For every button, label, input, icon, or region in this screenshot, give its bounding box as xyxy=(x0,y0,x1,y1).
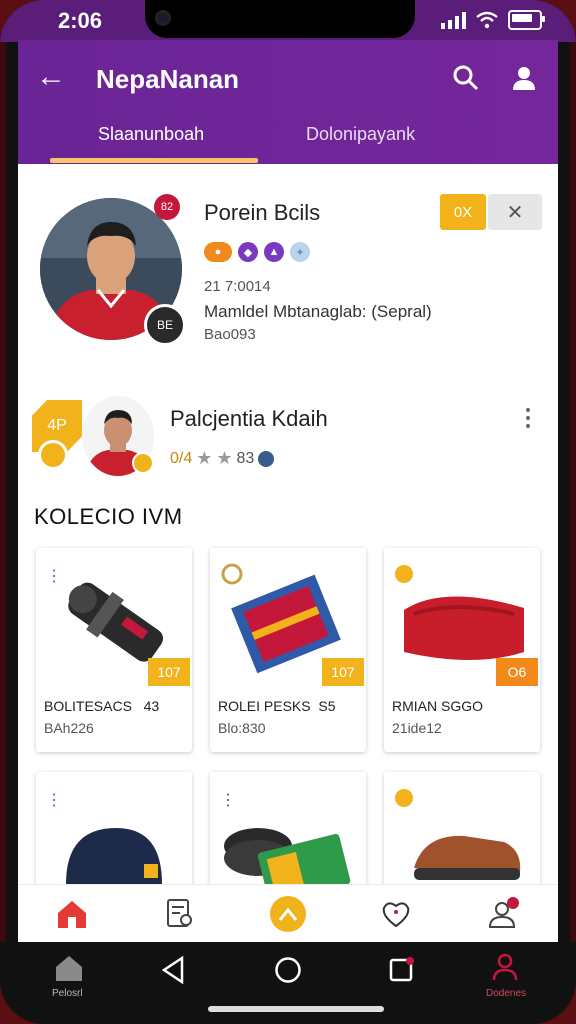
heart-icon xyxy=(382,902,410,928)
camera-icon xyxy=(155,10,171,26)
price-tag: 107 xyxy=(148,658,190,686)
profile-card: 82 BE Porein Bcils ● ◆ ▲ ✦ 21 7:0014 Mam… xyxy=(18,164,558,377)
nav-favorites[interactable] xyxy=(376,894,416,934)
nav-center[interactable] xyxy=(268,894,308,934)
profile-role: Mamldel Mbtanaglab: (Sepral) xyxy=(204,302,432,321)
profile-id: 21 7:0014 xyxy=(204,278,271,295)
nav-profile[interactable] xyxy=(484,894,524,934)
trophy-icon: ▲ xyxy=(264,242,284,262)
item-name: RMIAN SGGO xyxy=(392,698,484,714)
phone-frame: 2:06 ← NepaNanan Slaanunboah Dolonipayan… xyxy=(0,0,576,1024)
nav-list[interactable] xyxy=(160,894,200,934)
item-sub: 21ide12 xyxy=(392,720,442,736)
profile-extra: Bao093 xyxy=(204,326,256,343)
user-icon[interactable] xyxy=(510,64,538,92)
status-bar: 2:06 xyxy=(0,0,576,42)
search-icon[interactable] xyxy=(452,64,480,92)
player-card[interactable]: 4P Palcjentia Kdaih 0/4 ★ ★ 83 xyxy=(18,376,558,486)
document-search-icon xyxy=(167,899,192,927)
nav-home[interactable] xyxy=(52,894,92,934)
tab-secondary[interactable]: Dolonipayank xyxy=(306,124,415,145)
notification-badge: 82 xyxy=(154,194,180,220)
price-tag: O6 xyxy=(496,658,538,686)
medal-icon: ◆ xyxy=(238,242,258,262)
more-options-icon[interactable] xyxy=(524,406,532,432)
player-rating: 0/4 ★ ★ 83 xyxy=(170,448,275,469)
home-circle-icon[interactable] xyxy=(274,956,302,984)
tag-icon: ⋮ xyxy=(46,568,62,585)
bottom-nav xyxy=(18,884,558,942)
level-badge: BE xyxy=(144,304,186,346)
account-icon[interactable] xyxy=(492,952,518,982)
price-tag: 107 xyxy=(322,658,364,686)
item-sub: BAh226 xyxy=(44,720,94,736)
app-title: NepaNanan xyxy=(96,64,240,94)
item-name: ROLEI PESKS S5 xyxy=(218,698,336,714)
battery-icon xyxy=(508,10,545,30)
rating-extra: 83 xyxy=(236,449,255,467)
nav-label-left: Pelosrl xyxy=(52,988,83,999)
profile-icon xyxy=(488,897,519,928)
chart-icon xyxy=(270,896,306,932)
follow-button[interactable]: 0X xyxy=(440,194,486,230)
close-button[interactable]: ✕ xyxy=(488,194,542,230)
item-name: BOLITESACS 43 xyxy=(44,698,160,714)
star-icon: ★ xyxy=(216,448,233,468)
coin-small-icon xyxy=(132,452,154,474)
rating-value: 0/4 xyxy=(170,449,193,467)
collection-item[interactable]: 107 ROLEI PESKS S5 Blo:830 xyxy=(210,548,366,752)
achievement-icons: ● ◆ ▲ ✦ xyxy=(204,242,310,262)
tab-indicator xyxy=(50,158,258,163)
verified-icon xyxy=(258,450,275,467)
back-arrow-icon[interactable]: ← xyxy=(36,62,66,92)
camera-notch xyxy=(145,0,415,38)
app-screen: ← NepaNanan Slaanunboah Dolonipayank 82 … xyxy=(18,40,558,942)
recents-icon[interactable] xyxy=(388,956,416,984)
home-icon xyxy=(58,901,86,928)
status-time: 2:06 xyxy=(58,8,103,33)
nav-label-right: Dodenes xyxy=(486,988,527,999)
tab-primary[interactable]: Slaanunboah xyxy=(98,124,204,145)
coin-icon xyxy=(38,440,68,470)
star-icon: ★ xyxy=(196,448,213,468)
collection-item[interactable]: O6 RMIAN SGGO 21ide12 xyxy=(384,548,540,752)
profile-name: Porein Bcils xyxy=(204,200,321,225)
app-bar: ← NepaNanan Slaanunboah Dolonipayank xyxy=(18,40,558,164)
home-house-icon[interactable] xyxy=(54,954,84,982)
player-name: Palcjentia Kdaih xyxy=(170,406,328,431)
back-triangle-icon[interactable] xyxy=(160,956,186,984)
wifi-icon xyxy=(476,11,498,29)
section-title: KOLECIO IVM xyxy=(34,504,183,529)
tag-icon: ⋮ xyxy=(220,792,236,809)
fire-icon: ● xyxy=(204,242,232,262)
signal-icon xyxy=(441,11,466,29)
item-sub: Blo:830 xyxy=(218,720,266,736)
collection-item[interactable]: ⋮ 107 BOLITESACS 43 BAh226 xyxy=(36,548,192,752)
tag-icon: ⋮ xyxy=(46,792,62,809)
globe-icon: ✦ xyxy=(290,242,310,262)
gesture-bar[interactable] xyxy=(208,1006,384,1012)
